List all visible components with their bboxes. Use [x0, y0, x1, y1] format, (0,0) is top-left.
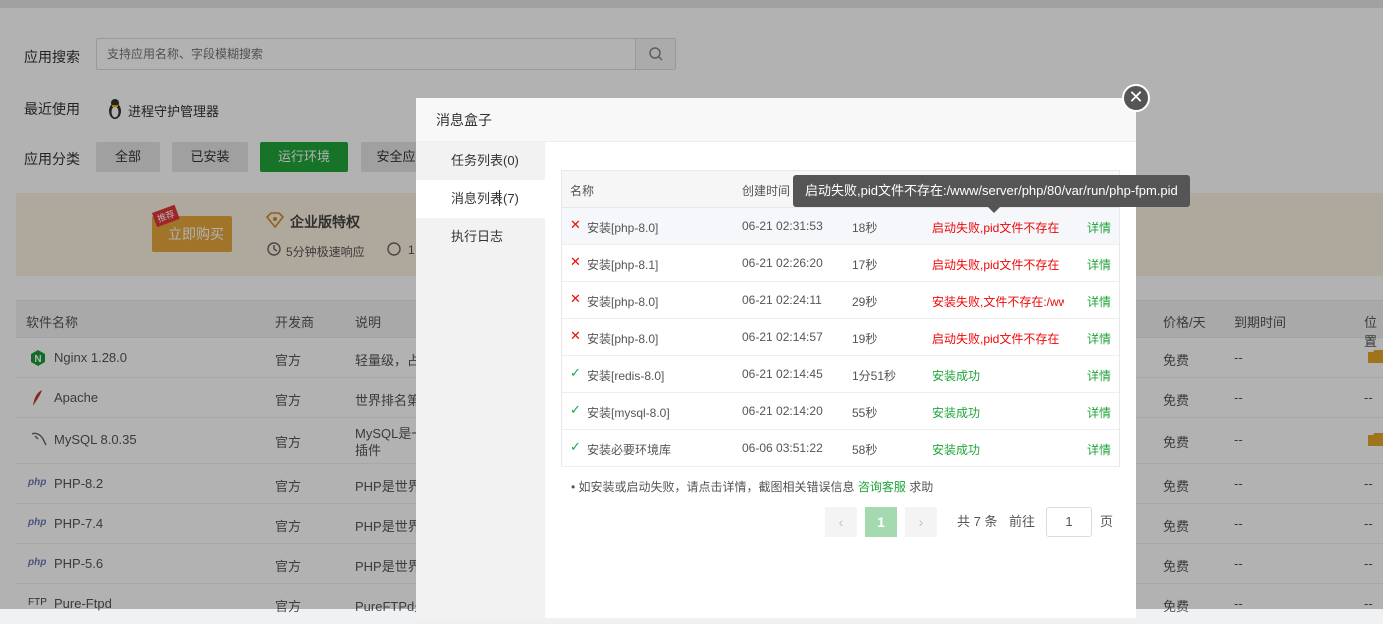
detail-link[interactable]: 详情	[1087, 330, 1111, 347]
status-tooltip: 启动失败,pid文件不存在:/www/server/php/80/var/run…	[793, 175, 1190, 213]
message-time: 06-21 02:24:11	[742, 293, 822, 307]
message-name: 安装[redis-8.0]	[587, 369, 665, 383]
total-count: 共 7 条	[957, 514, 998, 529]
page-unit-label: 页	[1100, 514, 1114, 529]
dialog-title: 消息盒子	[416, 98, 1136, 142]
message-name: 安装[php-8.0]	[587, 221, 659, 235]
message-row[interactable]: ✕ 安装[php-8.0] 06-21 02:24:11 29秒 安装失败,文件…	[562, 282, 1119, 319]
message-duration: 58秒	[852, 443, 878, 457]
message-row[interactable]: ✓ 安装[redis-8.0] 06-21 02:14:45 1分51秒 安装成…	[562, 356, 1119, 393]
message-status: 安装成功	[932, 443, 981, 457]
fail-icon: ✕	[570, 254, 581, 269]
detail-link[interactable]: 详情	[1087, 367, 1111, 384]
detail-link[interactable]: 详情	[1087, 441, 1111, 458]
message-duration: 55秒	[852, 406, 878, 420]
message-status: 安装成功	[932, 369, 981, 383]
prev-page-button[interactable]: ‹	[825, 507, 857, 537]
pagination: ‹ 1 › 共 7 条 前往 1 页	[416, 507, 1136, 537]
fail-icon: ✕	[570, 291, 581, 306]
tab-exec-log[interactable]: 执行日志	[416, 218, 545, 256]
message-name: 安装[php-8.0]	[587, 332, 659, 346]
page-number-input[interactable]: 1	[1046, 507, 1092, 537]
message-time: 06-21 02:26:20	[742, 256, 823, 270]
message-status: 启动失败,pid文件不存在	[932, 258, 1060, 272]
message-duration: 19秒	[852, 332, 878, 346]
detail-link[interactable]: 详情	[1087, 404, 1111, 421]
message-name: 安装[php-8.1]	[587, 258, 659, 272]
help-note-text: • 如安装或启动失败，请点击详情，截图相关错误信息	[571, 480, 855, 494]
message-row[interactable]: ✕ 安装[php-8.1] 06-21 02:26:20 17秒 启动失败,pi…	[562, 245, 1119, 282]
dialog-sidebar: 任务列表(0) 消息列表(7) 执行日志	[416, 142, 545, 618]
detail-link[interactable]: 详情	[1087, 256, 1111, 273]
message-status: 启动失败,pid文件不存在	[932, 332, 1060, 346]
message-time: 06-21 02:14:57	[742, 330, 823, 344]
message-duration: 1分51秒	[852, 369, 897, 383]
help-note-suffix: 求助	[909, 480, 934, 494]
goto-label: 前往	[1009, 514, 1036, 529]
success-check-icon: ✓	[570, 365, 581, 380]
message-time: 06-21 02:31:53	[742, 219, 823, 233]
message-table: 名称 创建时间 ✕ 安装[php-8.0] 06-21 02:31:53 18秒…	[561, 170, 1120, 467]
message-duration: 17秒	[852, 258, 878, 272]
message-status: 安装失败,文件不存在:/ww	[932, 295, 1064, 309]
tab-message-list[interactable]: 消息列表(7)	[416, 180, 545, 218]
message-status: 安装成功	[932, 406, 981, 420]
fail-icon: ✕	[570, 217, 581, 232]
message-row[interactable]: ✓ 安装[mysql-8.0] 06-21 02:14:20 55秒 安装成功 …	[562, 393, 1119, 430]
message-duration: 18秒	[852, 221, 878, 235]
fail-icon: ✕	[570, 328, 581, 343]
message-name: 安装必要环境库	[587, 443, 672, 457]
col-created: 创建时间	[742, 184, 791, 198]
close-icon: ✕	[1128, 87, 1144, 107]
message-time: 06-21 02:14:20	[742, 404, 823, 418]
col-name: 名称	[570, 184, 595, 198]
contact-support-link[interactable]: 咨询客服	[858, 480, 906, 494]
help-note: • 如安装或启动失败，请点击详情，截图相关错误信息 咨询客服 求助	[571, 478, 933, 495]
tab-task-list[interactable]: 任务列表(0)	[416, 142, 545, 180]
message-name: 安装[mysql-8.0]	[587, 406, 670, 420]
message-duration: 29秒	[852, 295, 878, 309]
message-time: 06-06 03:51:22	[742, 441, 823, 455]
message-row[interactable]: ✕ 安装[php-8.0] 06-21 02:31:53 18秒 启动失败,pi…	[562, 208, 1119, 245]
detail-link[interactable]: 详情	[1087, 293, 1111, 310]
next-page-button[interactable]: ›	[905, 507, 937, 537]
message-row[interactable]: ✓ 安装必要环境库 06-06 03:51:22 58秒 安装成功 详情	[562, 430, 1119, 467]
detail-link[interactable]: 详情	[1087, 219, 1111, 236]
page-1-button[interactable]: 1	[865, 507, 897, 537]
success-check-icon: ✓	[570, 402, 581, 417]
message-name: 安装[php-8.0]	[587, 295, 659, 309]
message-status: 启动失败,pid文件不存在	[932, 221, 1060, 235]
message-row[interactable]: ✕ 安装[php-8.0] 06-21 02:14:57 19秒 启动失败,pi…	[562, 319, 1119, 356]
text-cursor	[499, 190, 500, 206]
close-dialog-button[interactable]: ✕	[1122, 84, 1150, 112]
message-time: 06-21 02:14:45	[742, 367, 823, 381]
success-check-icon: ✓	[570, 439, 581, 454]
